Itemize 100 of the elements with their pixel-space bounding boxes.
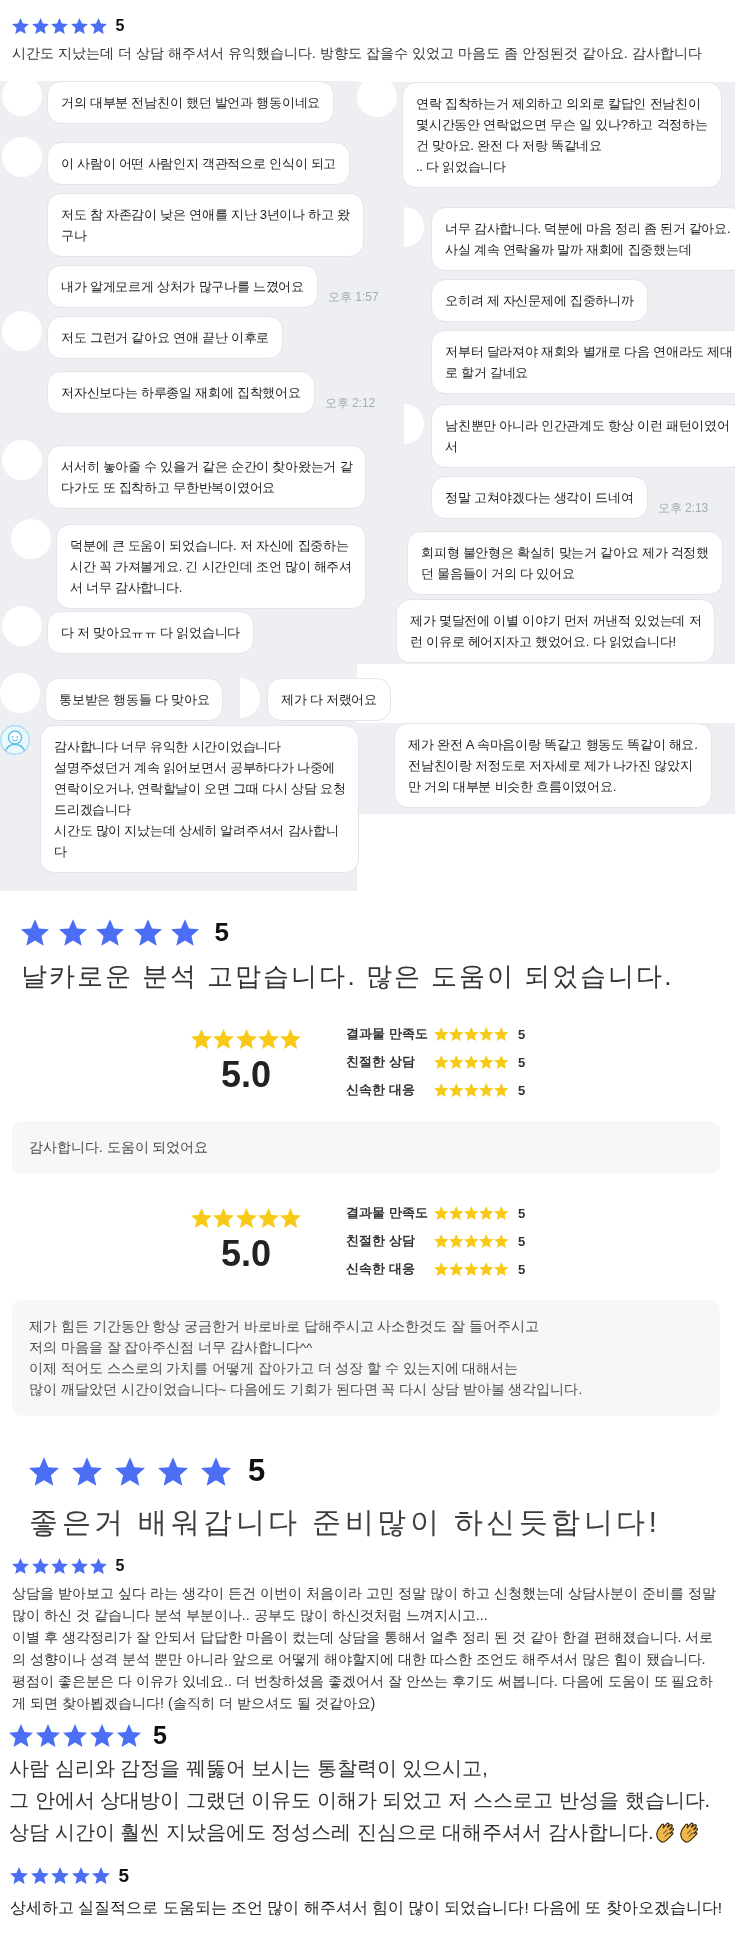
star-icon bbox=[51, 1867, 69, 1884]
review-text: 사람 심리와 감정을 꿰뚫어 보시는 통찰력이 있으시고, bbox=[9, 1756, 488, 1781]
star-icon bbox=[190, 1208, 212, 1228]
average-score: 5.0 bbox=[220, 1234, 271, 1274]
star-icon bbox=[133, 918, 162, 946]
chat-bubble: 이 사람이 어떤 사람인지 객관적으로 인식이 되고 bbox=[47, 142, 351, 185]
rating-score: 5 bbox=[115, 1557, 125, 1575]
rating-score: 5 bbox=[214, 916, 229, 948]
star-icon bbox=[494, 1083, 509, 1097]
chat-bubble: 저부터 달라져야 재회와 별개로 다음 연애라도 제대 로 할거 갈네요 bbox=[431, 330, 735, 394]
star-icon bbox=[449, 1234, 464, 1248]
star-icon bbox=[12, 1558, 29, 1574]
star-icon bbox=[72, 1456, 102, 1486]
star-icon bbox=[70, 18, 88, 34]
star-icon bbox=[434, 1083, 449, 1097]
star-icon bbox=[280, 1029, 302, 1049]
star-icon bbox=[70, 1558, 88, 1574]
star-icon bbox=[479, 1262, 494, 1276]
chat-bubble: 저자신보다는 하루종일 재회에 집착했어요 bbox=[47, 371, 315, 414]
review-text: 그 안에서 상대방이 그랬던 이유도 이해가 되었고 저 스스로고 반성을 했습니다. bbox=[9, 1788, 711, 1813]
star-icon bbox=[464, 1027, 479, 1041]
review-text: 시간도 지났는데 더 상담 해주셔서 유익했습니다. 방향도 잡을수 있었고 마음도 좀 안정된것 같아요. 감사합니다 bbox=[12, 44, 703, 63]
criterion-score: 5 bbox=[518, 1261, 526, 1277]
chat-bubble: 정말 고쳐야겠다는 생각이 드네여 bbox=[431, 476, 648, 519]
star-icon bbox=[29, 1456, 59, 1486]
star-icon bbox=[31, 1558, 49, 1574]
chat-bubble: 오히려 제 자신문제에 집중하니까 bbox=[431, 279, 648, 322]
chat-bubble: 서서히 놓아줄 수 있을거 같은 순간이 찾아왔는거 같 다가도 또 집착하고 무한반복이였어요 bbox=[47, 445, 367, 509]
star-icon bbox=[190, 1029, 212, 1049]
chat-bubble: 저도 그런거 같아요 연애 끝난 이후로 bbox=[47, 316, 284, 359]
message-time: 오후 2:13 bbox=[657, 500, 709, 517]
star-icon bbox=[117, 1723, 141, 1747]
criterion-score: 5 bbox=[518, 1082, 526, 1098]
criterion-label: 친절한 상담 bbox=[346, 1053, 416, 1071]
star-icon bbox=[479, 1083, 494, 1097]
criterion-score: 5 bbox=[518, 1233, 526, 1249]
chat-bubble: 덕분에 큰 도움이 되었습니다. 저 자신에 집중하는 시간 꼭 가져볼게요. 긴 시간인데 조언 많이 해주셔 서 너무 감사합니다. bbox=[56, 524, 366, 609]
chat-bubble: 제가 완전 A 속마음이랑 똑같고 행동도 똑같이 해요. 전남친이랑 저정도로 저자세로 제가 나가진 않았지 만 거의 대부분 비슷한 흐름이였어요. bbox=[394, 723, 712, 808]
star-icon bbox=[494, 1262, 509, 1276]
star-icon bbox=[449, 1055, 464, 1069]
chat-bubble: 통보받은 행동들 다 맞아요 bbox=[45, 678, 224, 721]
rating-score: 5 bbox=[153, 1720, 167, 1750]
chat-bubble: 제가 다 저랬어요 bbox=[267, 678, 391, 721]
star-icon bbox=[213, 1208, 235, 1228]
star-icon bbox=[9, 1723, 33, 1747]
message-time: 오후 1:57 bbox=[327, 289, 379, 306]
star-icon bbox=[201, 1456, 231, 1486]
star-icon bbox=[257, 1029, 279, 1049]
star-icon bbox=[464, 1234, 479, 1248]
chat-bubble: 남친뿐만 아니라 인간관계도 항상 이런 패턴이였어 서 bbox=[431, 404, 735, 468]
rating-score: 5 bbox=[115, 17, 125, 35]
review-text: 상담 시간이 훨씬 지났음에도 정성스레 진심으로 대해주셔서 감사합니다. bbox=[9, 1820, 654, 1845]
star-icon bbox=[51, 18, 68, 34]
chat-bubble: 다 저 맞아요ㅠㅠ 다 읽었습니다 bbox=[47, 611, 255, 654]
chat-bubble: 연락 집착하는거 제외하고 의외로 칼답인 전남친이 몇시간동안 연락없으면 무슨 일 있나?하고 걱정하는 건 맞아요. 완전 다 저랑 똑같네요 .. 다 읽었습니다 bbox=[402, 82, 722, 188]
star-icon bbox=[10, 1867, 28, 1884]
star-icon bbox=[71, 1867, 90, 1884]
criterion-label: 신속한 대응 bbox=[346, 1260, 416, 1278]
chat-bubble: 감사합니다 너무 유익한 시간이었습니다 설명주셨던거 계속 읽어보면서 공부하다가 나중에 연락이오거나, 연락할날이 오면 그때 다시 상담 요청 드리겠습니다 시간도 많이 지났는데 상세히 알려주셔서 감사합니 다 bbox=[40, 725, 360, 873]
star-icon bbox=[434, 1206, 449, 1220]
star-icon bbox=[115, 1456, 145, 1486]
star-icon bbox=[171, 918, 199, 946]
star-icon bbox=[158, 1456, 188, 1486]
rating-score: 5 bbox=[248, 1453, 266, 1489]
star-icon bbox=[90, 18, 107, 34]
rating-score: 5 bbox=[118, 1864, 130, 1887]
star-icon bbox=[479, 1055, 494, 1069]
star-icon bbox=[494, 1234, 509, 1248]
comment-text: 제가 힘든 기간동안 항상 궁금한거 바로바로 답해주시고 사소한것도 잘 들어주시고 저의 마음을 잘 잡아주신점 너무 감사합니다^^ 이제 적어도 스스로의 가치를 어떻게 잡아가고 더 성장 할 수 있는지에 대해서는 많이 깨달았던 시간이었습니다~ 다음에도 기회가 된다면 꼭 다시 상담 받아볼 생각입니다. bbox=[29, 1318, 584, 1399]
message-time: 오후 2:12 bbox=[324, 395, 376, 412]
star-icon bbox=[464, 1206, 479, 1220]
chat-bubble: 저도 참 자존감이 낮은 연애를 지난 3년이나 하고 왔 구나 bbox=[47, 193, 364, 257]
chat-bubble: 제가 몇달전에 이별 이야기 먼저 꺼낸적 있었는데 저 런 이유로 헤어지자고 했었어요. 다 읽었습니다! bbox=[396, 599, 716, 663]
star-icon bbox=[494, 1055, 509, 1069]
star-icon bbox=[434, 1055, 449, 1069]
review-text: 상세하고 실질적으로 도움되는 조언 많이 해주셔서 힘이 많이 되었습니다! 다음에 또 찾아오겠습니다! bbox=[10, 1898, 723, 1918]
star-icon bbox=[30, 1867, 49, 1884]
star-icon bbox=[21, 918, 49, 946]
star-icon bbox=[434, 1027, 449, 1041]
chat-bubble: 내가 알게모르게 상처가 많구나를 느꼈어요 bbox=[47, 265, 318, 308]
star-icon bbox=[36, 1723, 60, 1747]
star-icon bbox=[257, 1208, 279, 1228]
star-icon bbox=[63, 1723, 87, 1747]
star-icon bbox=[434, 1234, 449, 1248]
star-icon bbox=[12, 18, 29, 34]
star-icon bbox=[58, 918, 87, 946]
average-score: 5.0 bbox=[220, 1055, 271, 1095]
review-text: 상담을 받아보고 싶다 라는 생각이 든건 이번이 처음이라 고민 정말 많이 하고 신청했는데 상담사분이 준비를 정말 많이 하신 것 같습니다 분석 부분이나.. 공부도 많이 하신것처럼 느껴지시고... 이별 후 생각정리가 잘 안되서 답답한 마음이 컸는데 상담을 통해서 얼추 정리 된 것 같아 한결 편해졌습니다. 서로의 성향이나 성격 분석 뿐만 아니라 앞으로 어떻게 해야할지에 대한 따스한 조언도 해주셔서 많은 힘이 됐습니다. 평점이 좋은분은 다 이유가 있네요.. 더 번창하셨음 좋겠어서 잘 안쓰는 후기도 써봅니다. 다음에 도움이 또 필요하게 되면 찾아뵙겠습니다! (솔직히 더 받으셔도 될 것같아요) bbox=[12, 1584, 717, 1713]
star-icon bbox=[479, 1234, 494, 1248]
criterion-label: 결과물 만족도 bbox=[346, 1204, 429, 1222]
star-icon bbox=[479, 1206, 494, 1220]
criterion-label: 신속한 대응 bbox=[346, 1081, 416, 1099]
star-icon bbox=[92, 1867, 110, 1884]
star-icon bbox=[464, 1055, 479, 1069]
star-icon bbox=[213, 1029, 235, 1049]
chat-bubble: 너무 감사합니다. 덕분에 마음 정리 좀 된거 같아요. 사실 계속 연락올까 말까 재회에 집중했는데 bbox=[431, 207, 735, 271]
star-icon bbox=[449, 1083, 464, 1097]
criterion-score: 5 bbox=[518, 1054, 526, 1070]
star-icon bbox=[235, 1208, 257, 1228]
star-icon bbox=[31, 18, 49, 34]
